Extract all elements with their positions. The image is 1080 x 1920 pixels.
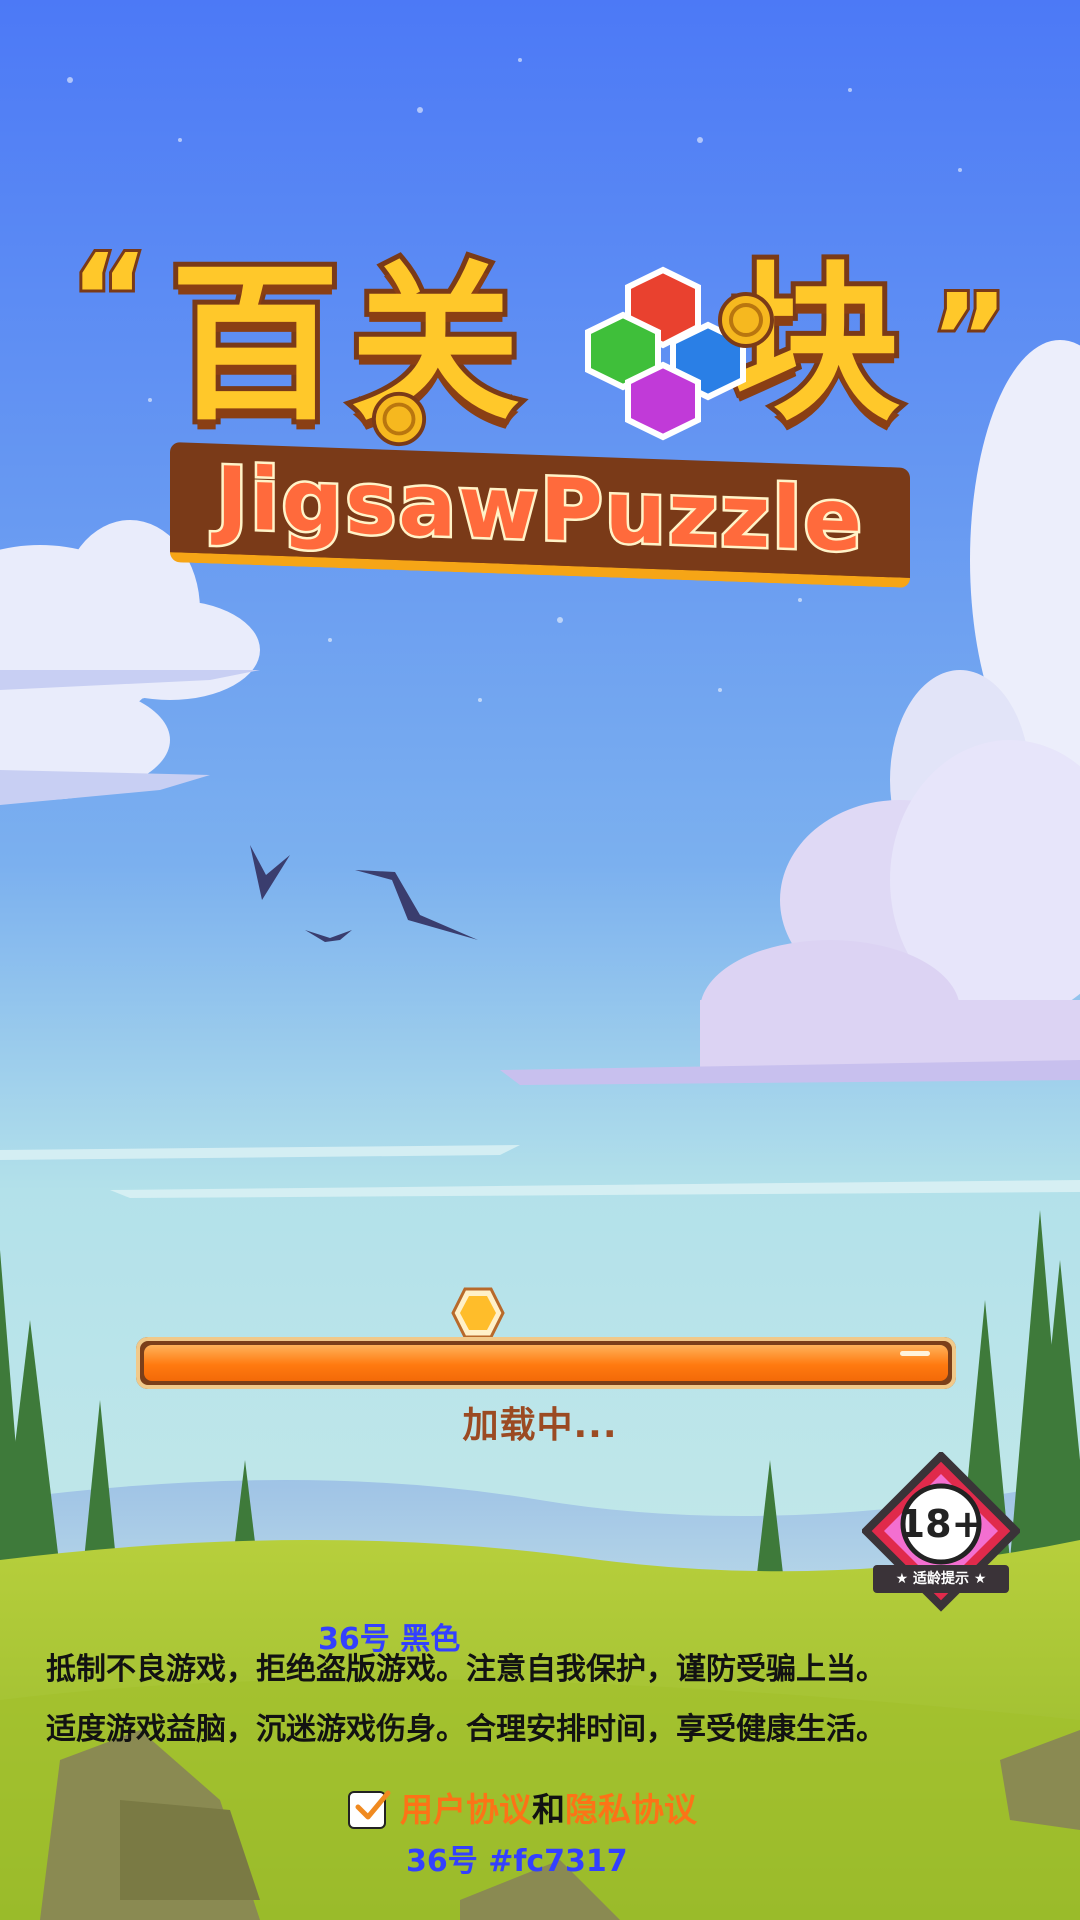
age-rating-value: 18+ <box>898 1502 984 1546</box>
loading-progress-bar <box>136 1337 956 1389</box>
progress-gem-icon <box>451 1287 505 1339</box>
privacy-agreement-link[interactable]: 隐私协议 <box>565 1790 697 1829</box>
logo-english-banner: JigsawPuzzle <box>170 442 910 588</box>
age-rating-label: ★ 适龄提示 ★ <box>873 1565 1009 1593</box>
logo-char-1: 百 <box>165 246 345 444</box>
agreement-spec-annotation: 36号 #fc7317 <box>406 1844 628 1879</box>
loading-progress-fill <box>144 1345 948 1381</box>
loading-text: 加载中... <box>462 1405 618 1446</box>
agreement-checkbox[interactable] <box>348 1790 391 1829</box>
progress-shine <box>900 1351 930 1356</box>
logo-right-quote: ” <box>927 270 1012 409</box>
logo-left-quote: “ <box>67 230 152 369</box>
game-logo: “ ” 百 关 块 JigsawPuzzle <box>67 237 1012 620</box>
coin-icon <box>718 292 774 348</box>
health-notice-line-1: 抵制不良游戏，拒绝盗版游戏。注意自我保护，谨防受骗上当。 <box>46 1652 886 1687</box>
health-notice-line-2: 适度游戏益脑，沉迷游戏伤身。合理安排时间，享受健康生活。 <box>46 1712 886 1747</box>
user-agreement-link[interactable]: 用户协议 <box>400 1790 532 1829</box>
agreement-row: 用户协议和隐私协议 <box>348 1788 697 1832</box>
coin-icon-small <box>371 391 427 447</box>
logo-chinese-title: 百 关 块 <box>165 240 930 470</box>
checkmark-icon <box>355 1790 391 1820</box>
agreement-conjunction: 和 <box>532 1790 565 1829</box>
